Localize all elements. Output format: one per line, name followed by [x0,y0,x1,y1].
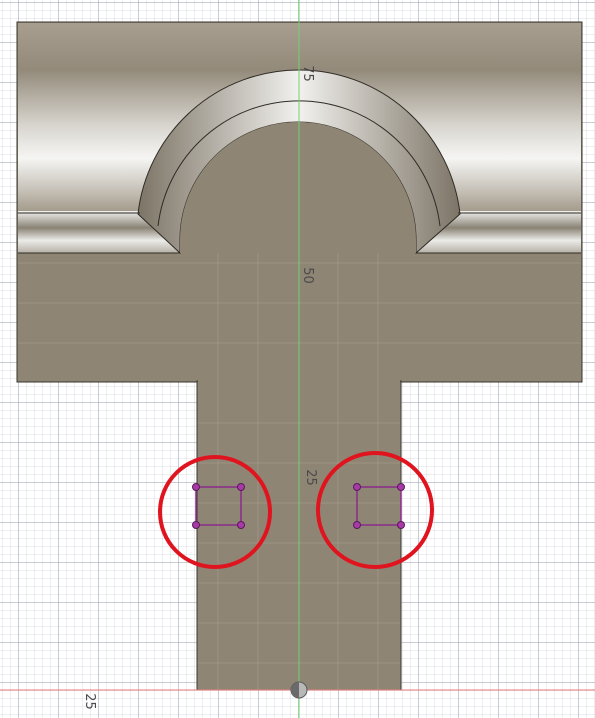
sketch-point[interactable] [192,483,200,491]
sketch-point[interactable] [237,521,245,529]
ruler-label-25-center: 25 [302,469,318,486]
sketch-point[interactable] [192,521,200,529]
ruler-label-50: 50 [299,267,315,284]
design-viewport[interactable] [0,0,595,718]
sketch-point[interactable] [397,521,405,529]
sketch-point[interactable] [397,483,405,491]
sketch-point[interactable] [237,483,245,491]
sketch-point[interactable] [353,521,361,529]
ruler-label-25-bottom: 25 [81,693,97,710]
sketch-point[interactable] [353,483,361,491]
ruler-label-75: 75 [299,65,315,82]
